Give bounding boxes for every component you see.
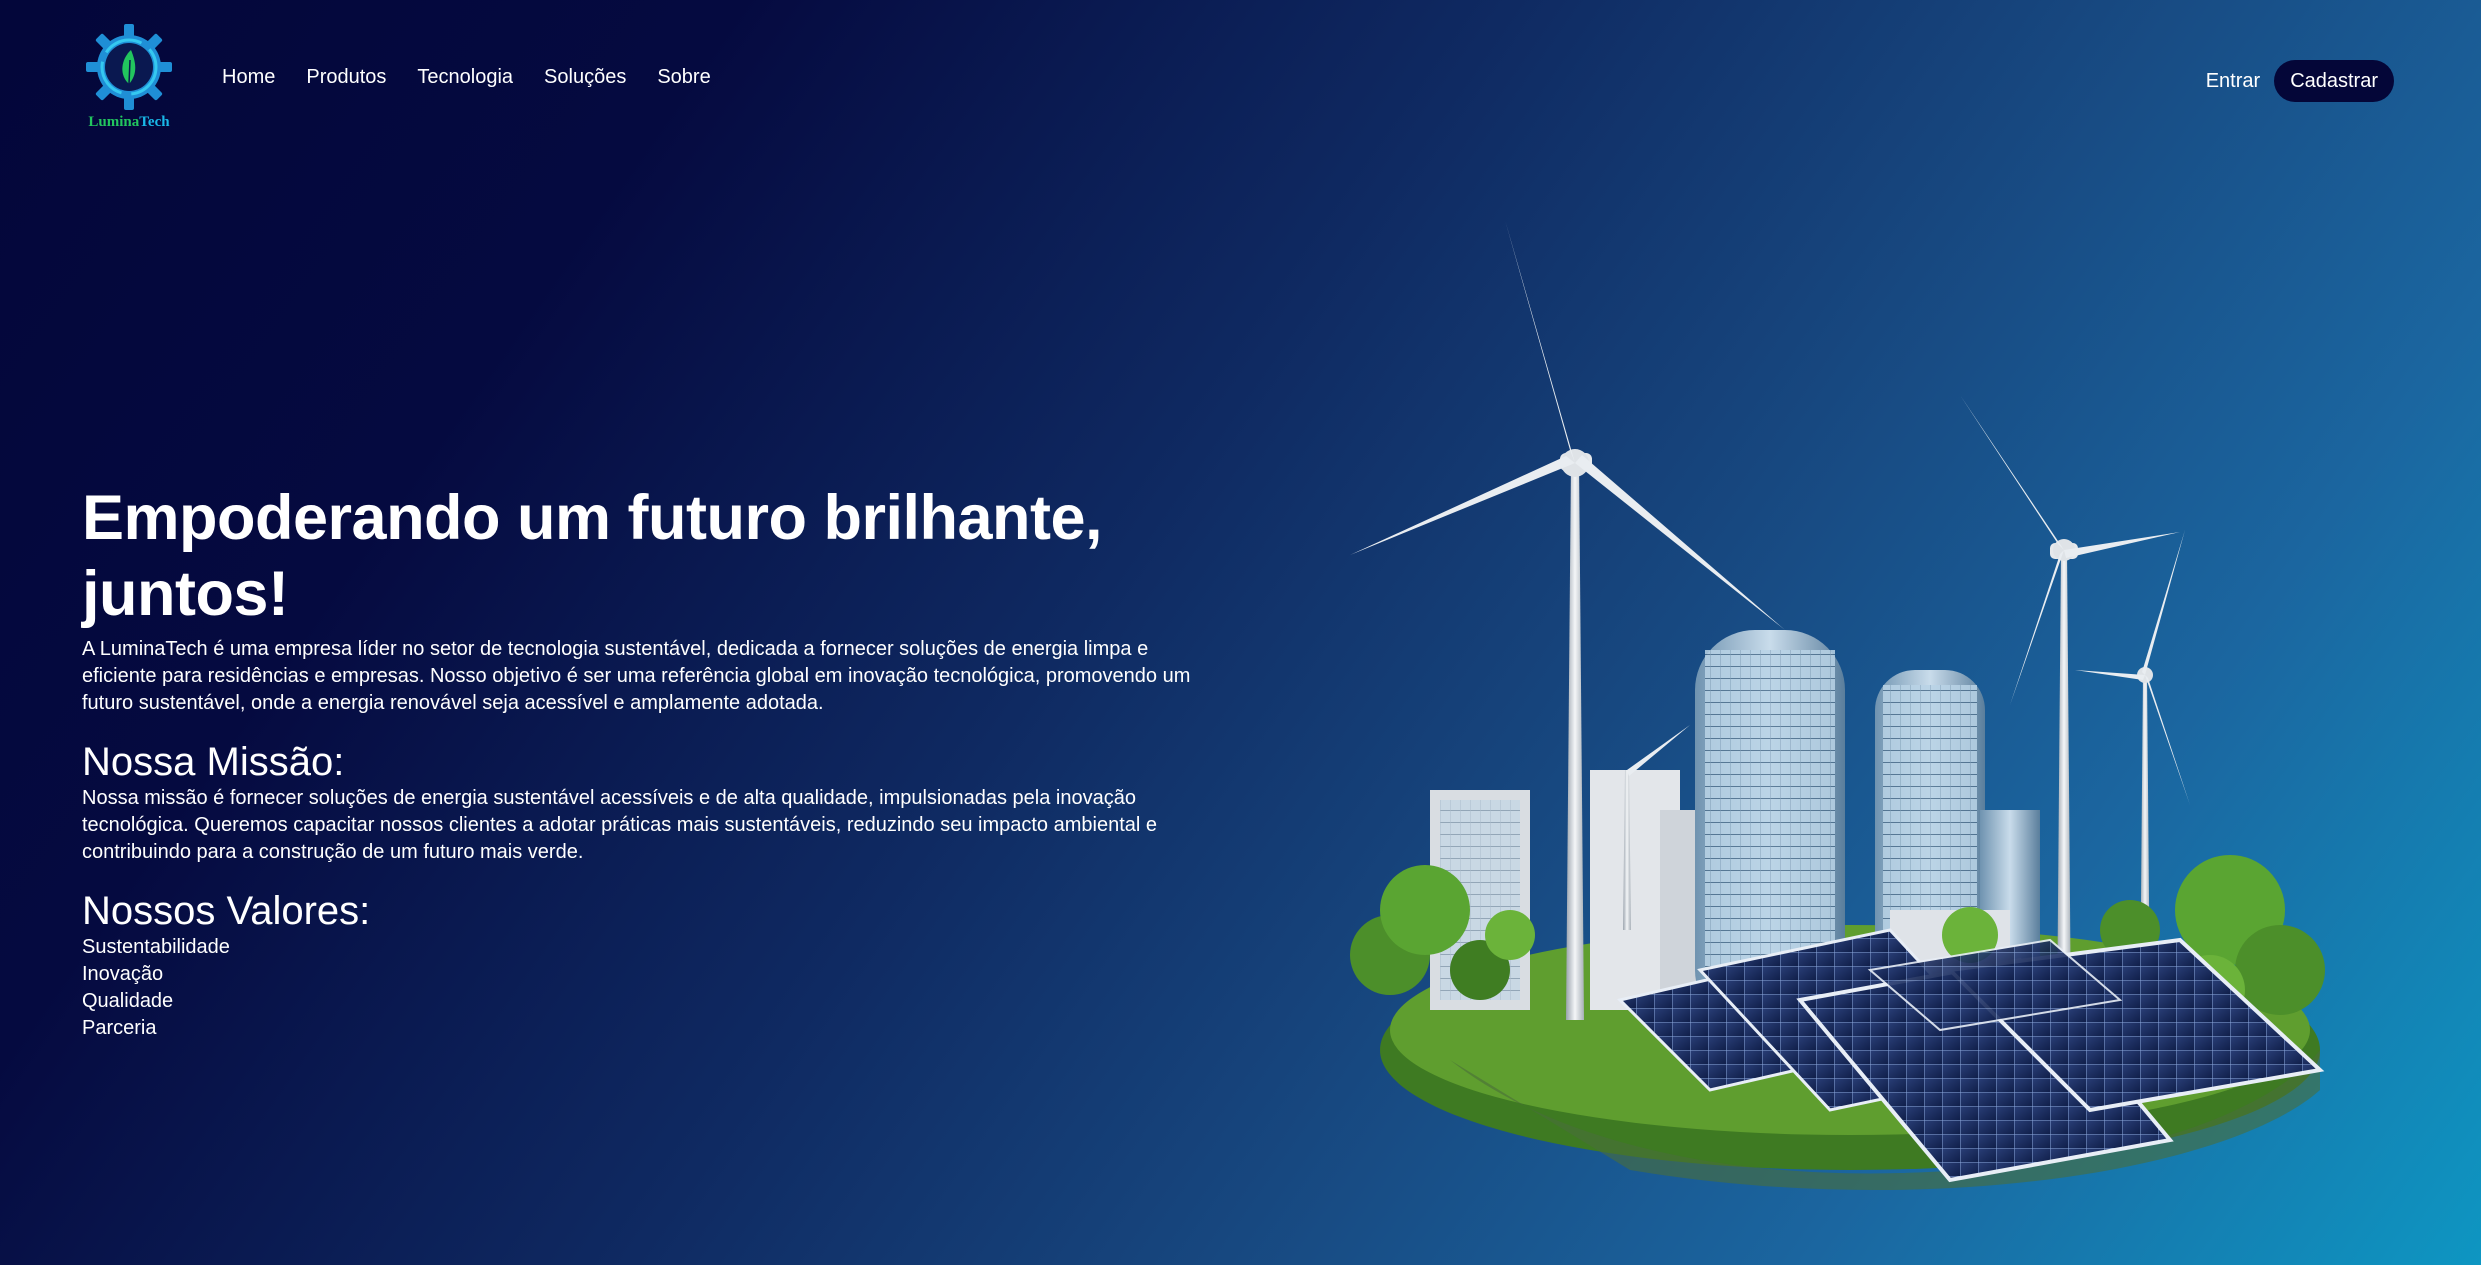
brand-wordmark: LuminaTech bbox=[84, 114, 174, 131]
value-item-inovacao: Inovação bbox=[82, 963, 164, 985]
wind-turbines-solar-city-illustration bbox=[1330, 210, 2360, 1230]
value-item-sustentabilidade: Sustentabilidade bbox=[82, 936, 230, 958]
mission-text: Nossa missão é fornecer soluções de ener… bbox=[82, 787, 1158, 863]
value-item-parceria: Parceria bbox=[82, 1017, 157, 1039]
hero-section: Empoderando um futuro brilhante, juntos!… bbox=[82, 480, 1222, 1042]
navbar: LuminaTech Home Produtos Tecnologia Solu… bbox=[0, 0, 2481, 160]
auth-actions: Entrar Cadastrar bbox=[2206, 60, 2394, 102]
nav-link-home[interactable]: Home bbox=[222, 66, 275, 89]
brand-name-part2: Tech bbox=[139, 114, 170, 130]
mission-title: Nossa Missão: bbox=[82, 740, 345, 784]
gear-leaf-icon bbox=[86, 24, 172, 110]
login-link[interactable]: Entrar bbox=[2206, 70, 2260, 93]
nav-link-produtos[interactable]: Produtos bbox=[306, 66, 386, 89]
hero-description: A LuminaTech é uma empresa líder no seto… bbox=[82, 638, 1191, 714]
values-title: Nossos Valores: bbox=[82, 889, 371, 933]
main-nav: Home Produtos Tecnologia Soluções Sobre bbox=[222, 66, 742, 89]
nav-link-sobre[interactable]: Sobre bbox=[657, 66, 710, 89]
nav-link-tecnologia[interactable]: Tecnologia bbox=[417, 66, 513, 89]
brand-name-part1: Lumina bbox=[88, 114, 140, 130]
value-item-qualidade: Qualidade bbox=[82, 990, 174, 1012]
hero-title: Empoderando um futuro brilhante, juntos! bbox=[82, 483, 1103, 629]
signup-button[interactable]: Cadastrar bbox=[2274, 60, 2394, 102]
values-list: Sustentabilidade Inovação Qualidade Parc… bbox=[82, 934, 1222, 1042]
brand-logo[interactable]: LuminaTech bbox=[84, 22, 174, 134]
nav-link-solucoes[interactable]: Soluções bbox=[544, 66, 626, 89]
